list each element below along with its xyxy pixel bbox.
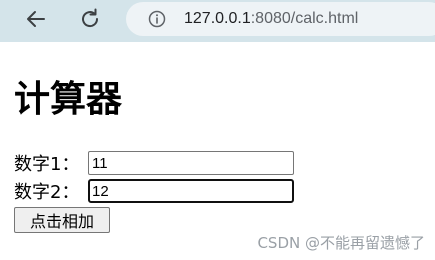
browser-toolbar: 127.0.0.1:8080/calc.html bbox=[0, 0, 435, 42]
info-icon[interactable] bbox=[148, 10, 166, 28]
page-title: 计算器 bbox=[14, 79, 123, 120]
number1-label: 数字1： bbox=[14, 154, 80, 175]
number2-row: 数字2： bbox=[14, 178, 294, 204]
url-text[interactable]: 127.0.0.1:8080/calc.html bbox=[184, 9, 358, 29]
watermark: CSDN @不能再留遗憾了 bbox=[257, 234, 425, 252]
number1-input[interactable] bbox=[88, 151, 294, 175]
url-path: :8080/calc.html bbox=[250, 10, 359, 27]
reload-button[interactable] bbox=[74, 5, 106, 33]
reload-icon bbox=[82, 8, 99, 28]
page-viewport: 计算器 数字1： 数字2： 点击相加 CSDN @不能再留遗憾了 bbox=[6, 42, 435, 260]
number1-row: 数字1： bbox=[14, 150, 294, 176]
back-button[interactable] bbox=[20, 5, 52, 33]
arrow-left-icon bbox=[27, 11, 45, 27]
url-host: 127.0.0.1 bbox=[184, 10, 251, 27]
number2-input[interactable] bbox=[88, 179, 294, 203]
add-button[interactable]: 点击相加 bbox=[14, 207, 110, 233]
number2-label: 数字2： bbox=[14, 182, 80, 203]
address-bar[interactable]: 127.0.0.1:8080/calc.html bbox=[126, 2, 435, 36]
